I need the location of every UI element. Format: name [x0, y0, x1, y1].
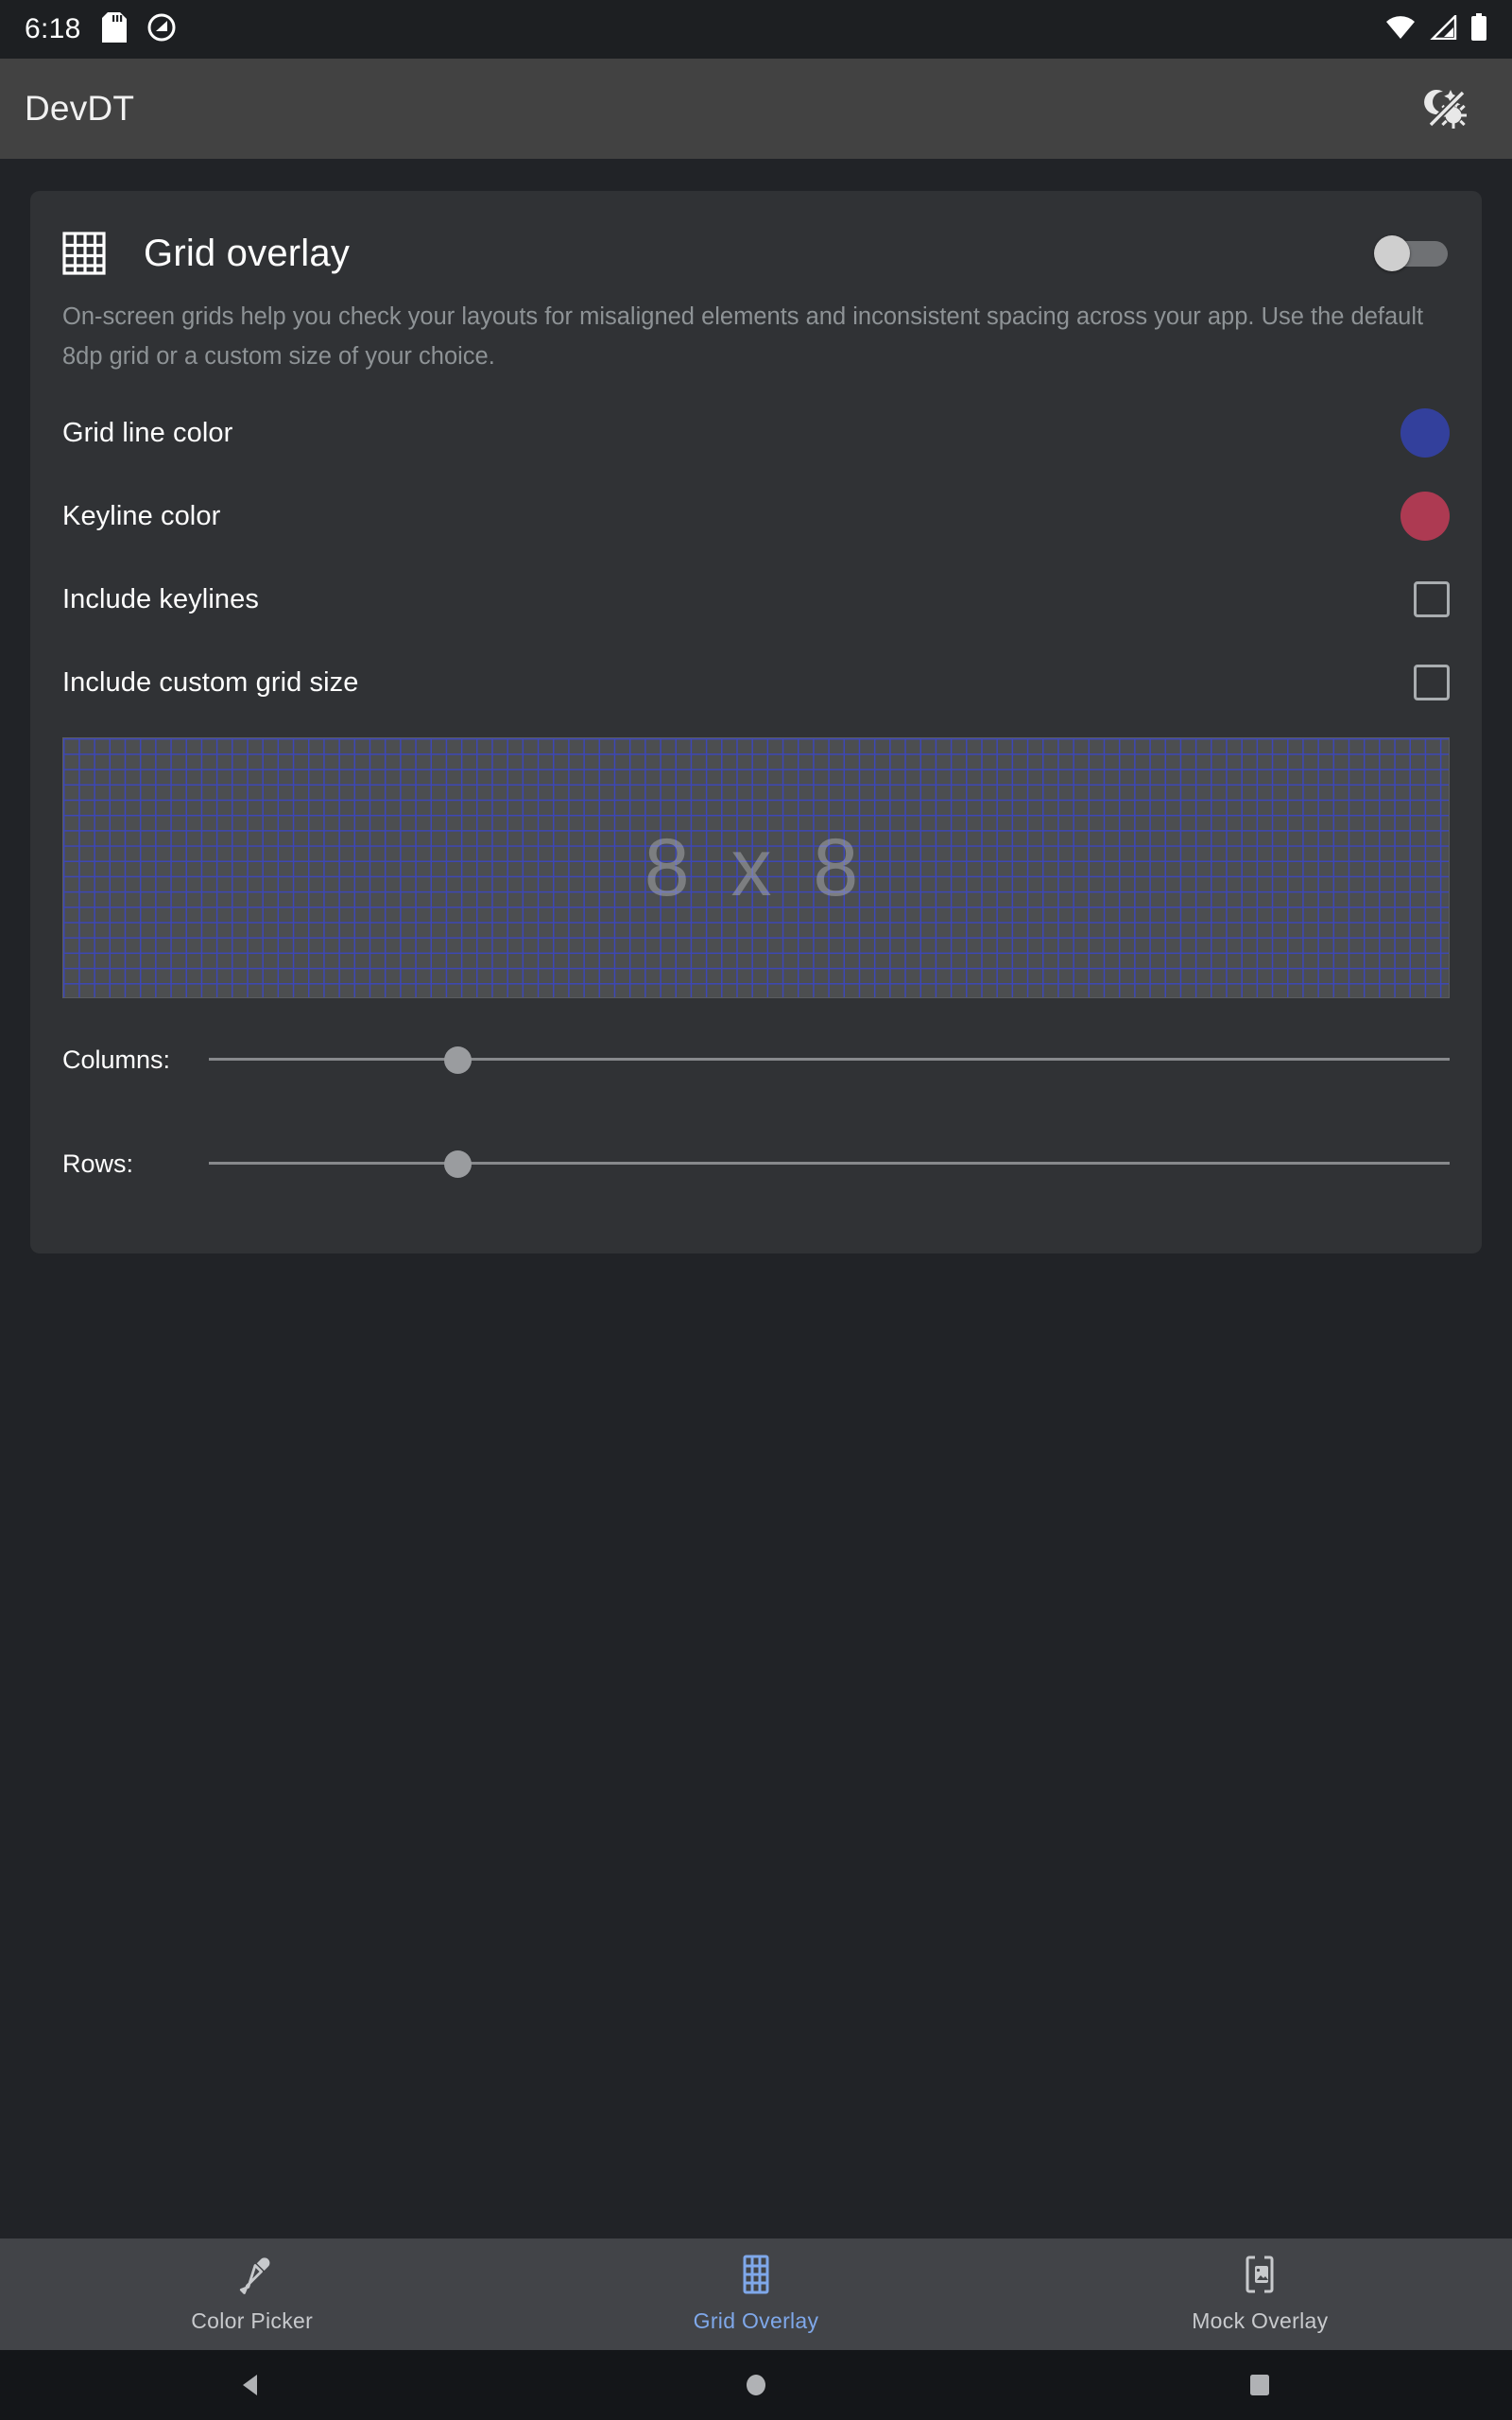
app-toolbar: DevDT: [0, 59, 1512, 159]
page-content: Grid overlay On-screen grids help you ch…: [0, 159, 1512, 2295]
include-keylines-checkbox[interactable]: [1414, 581, 1450, 617]
grid-icon: [62, 232, 106, 275]
rows-slider[interactable]: [209, 1145, 1450, 1183]
rows-label: Rows:: [62, 1150, 209, 1179]
include-custom-grid-size-checkbox[interactable]: [1414, 665, 1450, 700]
grid-line-color-swatch[interactable]: [1400, 408, 1450, 458]
day-night-toggle-icon[interactable]: [1406, 68, 1487, 149]
nav-item-grid-overlay[interactable]: Grid Overlay: [504, 2255, 1007, 2334]
row-label: Include custom grid size: [62, 667, 1414, 699]
grid-overlay-toggle[interactable]: [1374, 237, 1450, 269]
back-icon[interactable]: [0, 2371, 504, 2399]
row-include-keylines[interactable]: Include keylines: [62, 558, 1450, 641]
card-title: Grid overlay: [144, 233, 1374, 275]
nav-label: Grid Overlay: [694, 2308, 819, 2334]
battery-icon: [1470, 13, 1487, 46]
status-bar-right: [1385, 13, 1487, 46]
row-grid-line-color[interactable]: Grid line color: [62, 391, 1450, 475]
row-label: Include keylines: [62, 584, 1414, 615]
card-description: On-screen grids help you check your layo…: [62, 297, 1433, 376]
row-label: Keyline color: [62, 501, 1400, 532]
nav-item-color-picker[interactable]: Color Picker: [0, 2255, 504, 2334]
row-label: Grid line color: [62, 418, 1400, 449]
row-include-custom-grid-size[interactable]: Include custom grid size: [62, 641, 1450, 724]
cell-signal-icon: [1429, 15, 1457, 44]
keyline-color-swatch[interactable]: [1400, 492, 1450, 541]
columns-slider-row: Columns:: [62, 1008, 1450, 1112]
system-navigation-bar: [0, 2350, 1512, 2420]
phone-image-icon: [1240, 2255, 1280, 2299]
nav-label: Color Picker: [191, 2308, 313, 2334]
nav-item-mock-overlay[interactable]: Mock Overlay: [1008, 2255, 1512, 2334]
do-not-disturb-icon: [147, 13, 176, 46]
toggle-thumb: [1374, 235, 1410, 271]
columns-label: Columns:: [62, 1046, 209, 1075]
status-bar: 6:18: [0, 0, 1512, 59]
grid-overlay-card: Grid overlay On-screen grids help you ch…: [30, 191, 1482, 1253]
row-keyline-color[interactable]: Keyline color: [62, 475, 1450, 558]
bottom-navigation: Color Picker Grid Overlay Mock: [0, 2238, 1512, 2350]
slider-thumb[interactable]: [444, 1150, 472, 1178]
slider-track: [209, 1058, 1450, 1061]
wifi-icon: [1385, 15, 1416, 44]
rows-slider-row: Rows:: [62, 1112, 1450, 1216]
app-title: DevDT: [25, 89, 134, 129]
columns-slider[interactable]: [209, 1041, 1450, 1079]
recents-icon[interactable]: [1008, 2372, 1512, 2398]
home-icon[interactable]: [504, 2371, 1007, 2399]
nav-label: Mock Overlay: [1192, 2308, 1328, 2334]
status-time: 6:18: [25, 13, 81, 45]
grid-icon: [736, 2255, 776, 2299]
status-bar-left: 6:18: [25, 12, 176, 47]
eyedropper-icon: [232, 2255, 272, 2299]
grid-preview: 8 x 8: [62, 737, 1450, 998]
slider-thumb[interactable]: [444, 1046, 472, 1074]
sd-card-icon: [102, 12, 127, 47]
card-header: Grid overlay: [62, 216, 1450, 291]
grid-size-label: 8 x 8: [63, 738, 1449, 997]
slider-track: [209, 1162, 1450, 1165]
